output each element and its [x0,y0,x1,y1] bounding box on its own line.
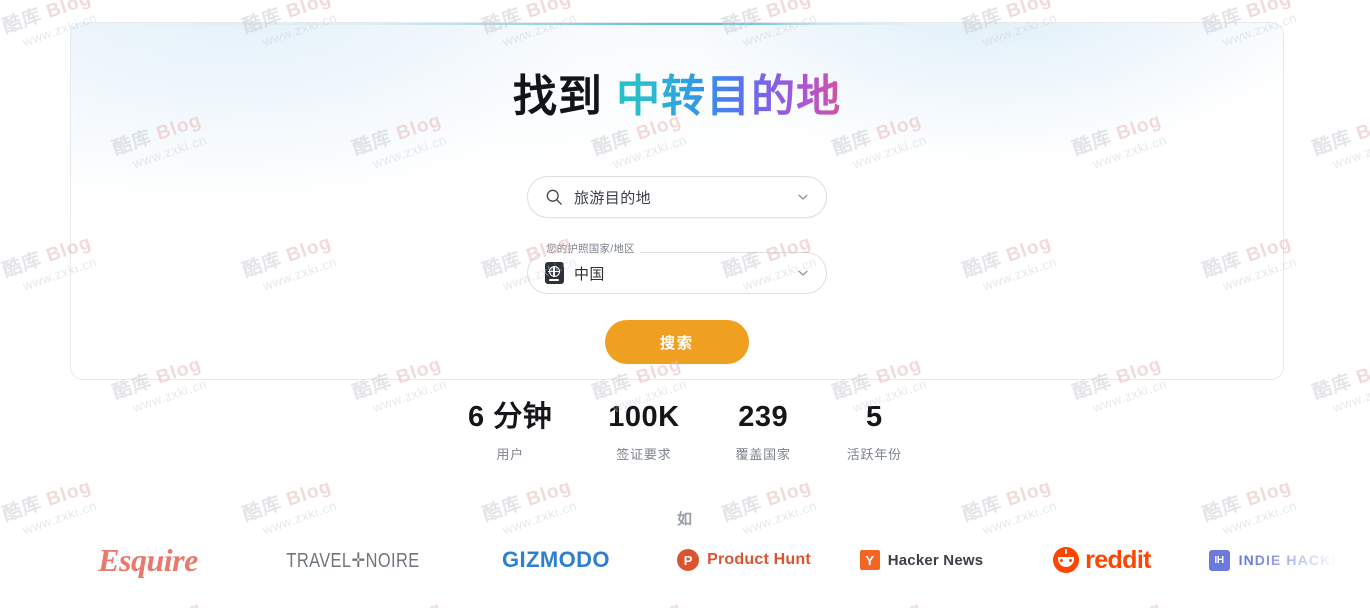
watermark-tile: 酷库 Blogwww.zxki.cn [1310,598,1370,608]
product-hunt-icon: P [677,549,700,571]
watermark-tile: 酷库 Blogwww.zxki.cn [350,598,450,608]
search-form: 旅游目的地 您的护照国家/地区 中国 搜索 [527,176,827,364]
passport-country-group: 您的护照国家/地区 中国 [527,244,827,294]
passport-country-select[interactable]: 中国 [527,252,827,294]
stat-value: 239 [738,401,789,433]
watermark-tile: 酷库 Blogwww.zxki.cn [830,598,930,608]
stat-label: 用户 [496,446,524,462]
search-button[interactable]: 搜索 [605,320,749,364]
logo-indie-hackers-text: INDIE HACKERS [1238,552,1364,568]
logo-reddit-text: reddit [1085,545,1151,574]
stat-value: 100K [608,401,680,433]
stat-value: 5 [866,401,883,433]
passport-country-value: 中国 [574,265,605,283]
stat-label: 活跃年份 [846,446,902,462]
chevron-down-icon[interactable] [794,264,812,282]
destination-search-input[interactable]: 旅游目的地 [527,176,827,218]
logo-product-hunt[interactable]: P Product Hunt [654,534,834,586]
watermark-tile: 酷库 Blogwww.zxki.cn [1310,109,1370,172]
press-heading: 如 [676,511,693,528]
page-title-plain: 找到 [512,72,603,121]
stat-label: 签证要求 [616,446,672,462]
stats-row: 6 分钟 用户 100K 签证要求 239 覆盖国家 5 活跃年份 [0,401,1370,463]
chevron-down-icon[interactable] [794,188,812,206]
page-title-gradient: 中转目的地 [616,72,842,121]
destination-value: 旅游目的地 [574,189,652,207]
watermark-tile: 酷库 Blogwww.zxki.cn [110,598,210,608]
stat-item: 6 分钟 用户 [440,401,580,463]
watermark-tile: 酷库 Blogwww.zxki.cn [1070,598,1170,608]
stat-label: 覆盖国家 [735,446,791,462]
press-logo-strip: Esquire TRAVEL✛NOIRE GIZMODO P Product H… [0,534,1370,586]
logo-esquire-text: Esquire [98,541,198,578]
indie-hackers-icon: IH [1208,549,1230,571]
logo-gizmodo-text: GIZMODO [502,547,610,572]
search-icon [544,187,564,207]
logo-travel-noire[interactable]: TRAVEL✛NOIRE [275,534,431,586]
logo-indie-hackers[interactable]: IH INDIE HACKERS [1191,534,1370,586]
watermark-tile: 酷库 Blogwww.zxki.cn [590,598,690,608]
stat-value: 6 分钟 [468,401,553,433]
hacker-news-icon: Y [859,550,880,570]
logo-reddit[interactable]: reddit [1017,534,1187,586]
logo-gizmodo[interactable]: GIZMODO [466,534,646,586]
stat-item: 239 覆盖国家 [708,401,819,463]
stat-item: 100K 签证要求 [580,401,707,463]
stat-item: 5 活跃年份 [819,401,930,463]
reddit-icon [1053,547,1080,573]
passport-icon [544,262,564,284]
logo-travel-noire-text: TRAVEL✛NOIRE [286,549,420,572]
logo-product-hunt-text: Product Hunt [707,551,811,568]
page-root: 找到 中转目的地 旅游目的地 您的护照国家/地区 中国 搜索 6 分钟 用户 1… [0,0,1370,608]
logo-hacker-news-text: Hacker News [887,551,984,569]
hero-search-card: 找到 中转目的地 旅游目的地 您的护照国家/地区 中国 搜索 [70,22,1284,380]
page-title: 找到 中转目的地 [71,69,1283,124]
passport-country-label: 您的护照国家/地区 [541,244,640,255]
logo-esquire[interactable]: Esquire [48,534,248,586]
logo-hacker-news[interactable]: Y Hacker News [834,534,1009,586]
